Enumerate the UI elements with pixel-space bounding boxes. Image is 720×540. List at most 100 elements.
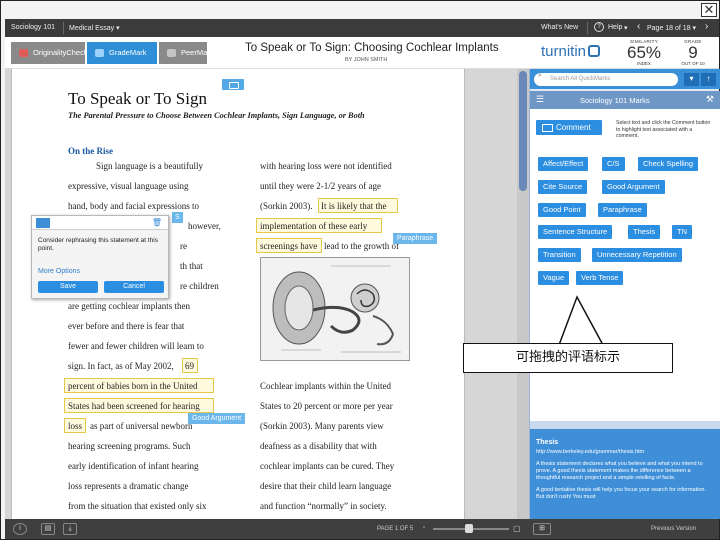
text-line: cochlear implants can be cured. They — [260, 461, 395, 471]
quickmark-cite-source[interactable]: Cite Source — [538, 180, 588, 194]
close-icon[interactable]: ✕ — [701, 3, 717, 17]
quickmark-search-input[interactable]: Search All QuickMarks — [534, 73, 678, 86]
help-menu[interactable]: Help — [608, 24, 622, 31]
text-line: from the situation that existed only six — [68, 501, 207, 511]
text-line: however, — [188, 221, 221, 231]
info-icon[interactable]: i — [13, 523, 27, 535]
originality-icon — [19, 49, 28, 57]
quickmark-paraphrase[interactable]: Paraphrase — [598, 203, 647, 217]
assignment-menu[interactable]: Medical Essay ▾ — [69, 24, 120, 32]
sentence-structure-tag[interactable]: S — [172, 212, 183, 223]
comment-button[interactable]: Comment — [536, 120, 602, 135]
divider — [587, 22, 588, 34]
turnitin-mark-icon — [588, 45, 601, 57]
text-line: th that — [180, 261, 203, 271]
thesis-link[interactable]: http://www.berkeley.edu/grammar/thesis.h… — [536, 449, 714, 455]
save-button[interactable]: Save — [38, 281, 98, 293]
text-line: 69 — [185, 361, 194, 371]
text-line: hearing screening programs. Such — [68, 441, 191, 451]
quickmark-tn[interactable]: TN — [672, 225, 692, 239]
text-line: States had been screened for hearing — [68, 401, 200, 411]
quickmark-set-bar[interactable]: ☰ Sociology 101 Marks ⚒ — [530, 91, 720, 109]
callout-pointer — [558, 295, 604, 347]
print-icon[interactable]: ▤ — [41, 523, 55, 535]
menu-icon[interactable]: ☰ — [536, 94, 544, 105]
text-line: loss — [68, 421, 83, 431]
paraphrase-tag[interactable]: Paraphrase — [393, 233, 438, 244]
document-scrollbar[interactable] — [517, 69, 529, 519]
ear-anatomy-drawing — [272, 265, 401, 353]
comment-bubble-icon — [36, 218, 50, 228]
quickmark-cs[interactable]: C/S — [602, 157, 625, 171]
whats-new-link[interactable]: What's New — [541, 24, 578, 31]
peermark-icon — [167, 49, 176, 57]
quickmark-good-point[interactable]: Good Point — [538, 203, 586, 217]
class-name-menu[interactable]: Sociology 101 — [11, 24, 55, 31]
thesis-paragraph: A thesis statement declares what you bel… — [536, 461, 703, 481]
text-line: screenings have — [260, 241, 318, 251]
grademark-button[interactable]: GradeMark — [87, 42, 157, 64]
peermark-button[interactable]: PeerMark — [159, 42, 214, 64]
page-indicator[interactable]: Page 18 of 18 ▾ — [647, 24, 696, 32]
quickmark-good-argument[interactable]: Good Argument — [602, 180, 665, 194]
more-options-link[interactable]: More Options — [38, 268, 80, 275]
text-line: deafness as a disability that with — [260, 441, 377, 451]
quickmark-verb-tense[interactable]: Verb Tense — [576, 271, 624, 285]
chevron-down-icon[interactable]: ▾ — [624, 24, 628, 32]
previous-page-arrow[interactable]: ‹ — [637, 21, 640, 32]
zoom-slider-handle[interactable] — [465, 524, 473, 533]
text-line: Sign language is a beautifully — [96, 161, 203, 171]
originality-check-button[interactable]: OriginalityCheck — [11, 42, 88, 64]
grademark-icon — [95, 49, 104, 57]
next-page-arrow[interactable]: › — [705, 21, 708, 32]
comment-text[interactable]: Consider rephrasing this statement at th… — [38, 237, 162, 253]
zoom-out-icon[interactable]: ▫ — [423, 525, 425, 531]
text-line: percent of babies born in the United — [68, 381, 198, 391]
comment-popup[interactable]: 🗑 Consider rephrasing this statement at … — [31, 215, 169, 299]
document-author: BY JOHN SMITH — [345, 57, 388, 63]
download-icon[interactable]: ⤓ — [63, 523, 77, 535]
thesis-paragraph: A good tentative thesis will help you fo… — [536, 487, 706, 501]
previous-version-link[interactable]: Previous Version — [651, 526, 696, 532]
popup-header: 🗑 — [32, 216, 168, 230]
quickmark-sentence-structure[interactable]: Sentence Structure — [538, 225, 613, 239]
grade-score[interactable]: GRADE 9 OUT OF 10 — [673, 39, 713, 66]
quickmark-unnecessary-repetition[interactable]: Unnecessary Repetition — [592, 248, 682, 262]
scroll-thumb[interactable] — [519, 71, 527, 191]
text-line: are getting cochlear implants then — [68, 301, 190, 311]
search-icon: ⌕ — [538, 72, 542, 79]
thesis-info-panel: Thesis http://www.berkeley.edu/grammar/t… — [530, 429, 720, 519]
callout-text: 可拖拽的评语标示 — [463, 343, 673, 373]
text-line: loss represents a dramatic change — [68, 481, 189, 491]
top-bar: Sociology 101 Medical Essay ▾ What's New… — [5, 19, 719, 37]
similarity-value: 65% — [626, 43, 662, 62]
text-line: until they were 2-1/2 years of age — [260, 181, 381, 191]
panel-divider[interactable] — [530, 421, 720, 429]
text-line: re children — [180, 281, 219, 291]
wrench-icon[interactable]: ⚒ — [706, 94, 714, 105]
text-line: fewer and fewer children will learn to — [68, 341, 204, 351]
help-icon[interactable]: ? — [594, 22, 604, 32]
quickmark-search-bar: Search All QuickMarks ⌕ ▾ ↑ — [530, 69, 720, 89]
text-line: and function “normally” in society. — [260, 501, 387, 511]
zoom-in-icon[interactable]: ▢ — [513, 524, 521, 533]
text-line: expressive, visual language using — [68, 181, 189, 191]
comment-bubble-icon[interactable] — [222, 79, 244, 90]
quickmark-view-button[interactable]: ▾ — [684, 73, 699, 86]
text-line: (Sorkin 2003). — [260, 201, 313, 211]
quickmark-export-button[interactable]: ↑ — [701, 73, 716, 86]
app-window: ✕ Sociology 101 Medical Essay ▾ What's N… — [0, 0, 720, 540]
quickmark-thesis[interactable]: Thesis — [628, 225, 661, 239]
trash-icon[interactable]: 🗑 — [152, 218, 162, 227]
quickmark-affect-effect[interactable]: Affect/Effect — [538, 157, 589, 171]
document-header: OriginalityCheck GradeMark PeerMark To S… — [5, 37, 719, 69]
quickmark-transition[interactable]: Transition — [538, 248, 581, 262]
display-mode-icon[interactable]: ⊞ — [533, 523, 551, 535]
cancel-button[interactable]: Cancel — [104, 281, 164, 293]
good-argument-tag[interactable]: Good Argument — [188, 413, 246, 424]
quickmark-vague[interactable]: Vague — [538, 271, 570, 285]
similarity-score[interactable]: SIMILARITY 65% INDEX — [621, 39, 667, 66]
text-line: ever before and there is fear that — [68, 321, 185, 331]
paper-subtitle: The Parental Pressure to Choose Between … — [68, 111, 365, 120]
quickmark-check-spelling[interactable]: Check Spelling — [638, 157, 699, 171]
